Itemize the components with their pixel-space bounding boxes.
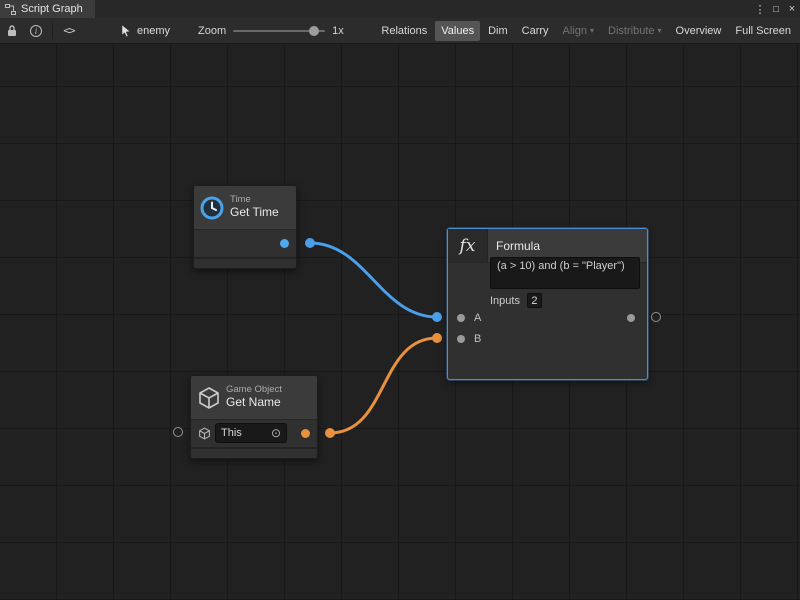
node-title: Get Time	[230, 206, 279, 220]
zoom-slider-handle[interactable]	[309, 26, 319, 36]
script-graph-window: Script Graph ⋮ □ × i <> enemy	[0, 0, 800, 600]
tab-script-graph[interactable]: Script Graph	[0, 0, 95, 18]
input-port-a[interactable]	[457, 314, 465, 322]
node-header[interactable]: Game Object Get Name	[191, 376, 317, 420]
tab-title: Script Graph	[21, 3, 83, 15]
node-get-time[interactable]: Time Get Time	[193, 185, 297, 269]
node-body: This ⊙	[191, 420, 317, 447]
window-menu-icon[interactable]: ⋮	[752, 0, 768, 18]
graph-toolbar: i <> enemy Zoom 1x Relations Values Di	[0, 18, 800, 44]
close-icon[interactable]: ×	[784, 0, 800, 18]
cube-icon	[197, 386, 221, 410]
values-button[interactable]: Values	[435, 21, 480, 41]
inputs-label: Inputs	[490, 295, 520, 307]
node-body	[194, 230, 296, 257]
port-b-label: B	[474, 333, 481, 345]
zoom-control: Zoom 1x	[198, 24, 344, 38]
port-a-label: A	[474, 312, 481, 324]
title-bar: Script Graph ⋮ □ ×	[0, 0, 800, 18]
output-port-name[interactable]	[301, 429, 310, 438]
zoom-value: 1x	[332, 25, 344, 37]
zoom-slider[interactable]	[233, 24, 325, 38]
formula-expression-input[interactable]: (a > 10) and (b = "Player")	[490, 257, 640, 289]
target-object-field[interactable]: This ⊙	[215, 423, 287, 443]
align-button[interactable]: Align ▾	[557, 21, 600, 41]
unconnected-input-port[interactable]	[173, 427, 183, 437]
carry-button[interactable]: Carry	[516, 21, 555, 41]
zoom-label: Zoom	[198, 25, 226, 37]
chevron-down-icon: ▾	[658, 21, 662, 41]
output-port-result[interactable]	[627, 314, 635, 322]
target-object-value: This	[221, 427, 271, 439]
graph-name: enemy	[137, 25, 170, 37]
node-footer	[194, 257, 296, 267]
object-picker-icon[interactable]: ⊙	[271, 427, 281, 439]
output-port-time[interactable]	[280, 239, 289, 248]
node-header[interactable]: Time Get Time	[194, 186, 296, 230]
inputs-count-input[interactable]: 2	[527, 293, 542, 308]
lock-icon[interactable]	[2, 21, 22, 41]
relations-button[interactable]: Relations	[375, 21, 433, 41]
unconnected-output-port[interactable]	[651, 312, 661, 322]
formula-inputs-row: Inputs 2	[490, 293, 542, 308]
toolbar-buttons: Relations Values Dim Carry Align ▾ Distr…	[374, 18, 800, 43]
toolbar-divider	[52, 23, 53, 39]
node-get-name[interactable]: Game Object Get Name This ⊙	[190, 375, 318, 459]
node-title: Formula	[496, 239, 540, 253]
full-screen-button[interactable]: Full Screen	[729, 21, 797, 41]
node-formula[interactable]: fx Formula (a > 10) and (b = "Player") I…	[447, 228, 648, 380]
script-graph-icon	[5, 4, 16, 15]
formula-fx-icon: fx	[448, 229, 488, 262]
cube-icon	[198, 427, 211, 440]
info-icon[interactable]: i	[26, 21, 46, 41]
graph-reference[interactable]: enemy	[121, 25, 170, 37]
distribute-button[interactable]: Distribute ▾	[602, 21, 667, 41]
edit-code-icon[interactable]: <>	[59, 21, 79, 41]
maximize-icon[interactable]: □	[768, 0, 784, 18]
cursor-icon	[121, 25, 132, 37]
clock-icon	[199, 195, 225, 221]
node-footer	[191, 447, 317, 457]
node-title: Get Name	[226, 396, 282, 410]
overview-button[interactable]: Overview	[670, 21, 728, 41]
graph-canvas[interactable]	[0, 44, 800, 600]
dim-button[interactable]: Dim	[482, 21, 514, 41]
input-port-b[interactable]	[457, 335, 465, 343]
chevron-down-icon: ▾	[590, 21, 594, 41]
